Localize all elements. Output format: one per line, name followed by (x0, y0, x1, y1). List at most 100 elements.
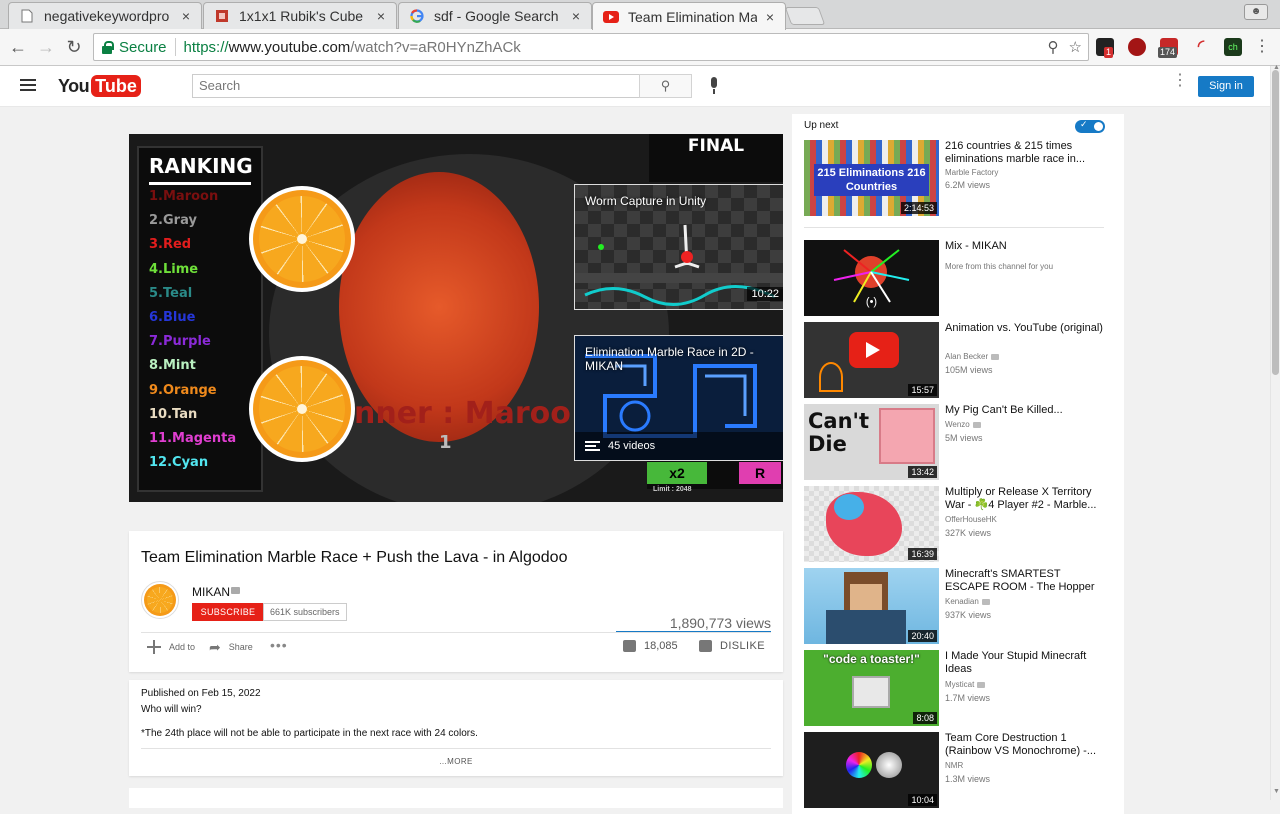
video-thumbnail: 15:57 (804, 322, 939, 398)
omnibox-actions: ⚲ ☆ (1048, 38, 1082, 56)
close-tab-icon[interactable]: × (763, 9, 777, 25)
limit-text: Limit : 2048 (653, 486, 692, 493)
browser-menu-icon[interactable]: ⋮ (1250, 35, 1274, 59)
ext-c-icon[interactable]: 174 (1158, 38, 1178, 58)
endcard-playlist[interactable]: Elimination Marble Race in 2D - MIKAN 45… (574, 335, 783, 461)
ranking-panel: RANKING 1.Maroon 2.Gray 3.Red 4.Lime 5.Teal 6… (137, 146, 263, 492)
ranking-entry: 5.Teal (149, 285, 193, 301)
endcard-video[interactable]: Worm Capture in Unity 10:22 (574, 184, 783, 310)
autoplay-toggle[interactable]: ✓ (1075, 119, 1105, 133)
recommended-video[interactable]: "code a toaster!" 8:08 I Made Your Stupi… (804, 650, 1114, 726)
ext-badge: 1 (1104, 47, 1114, 58)
youtube-logo[interactable]: You Tube (58, 75, 141, 97)
video-duration: 2:14:53 (900, 202, 937, 214)
orange-half-image (249, 356, 355, 462)
sign-in-button[interactable]: Sign in (1198, 76, 1254, 97)
page-scrollbar[interactable]: ▲ ▼ (1270, 64, 1280, 800)
divider (141, 748, 771, 749)
orange-slice-image (249, 186, 355, 292)
ext-d-icon[interactable]: ◜ (1192, 38, 1210, 56)
view-count: 1.7M views (945, 693, 991, 703)
dislike-button[interactable]: DISLIKE (699, 640, 765, 652)
channel-name: Alan Becker (945, 352, 1000, 361)
reload-icon[interactable]: ↻ (62, 35, 86, 59)
search-input[interactable]: Search (192, 74, 640, 98)
tab-team-elimination[interactable]: Team Elimination Ma × (592, 2, 786, 30)
page-content: You Tube Search ⚲ ⋮ Sign in nner : Maroo… (0, 64, 1280, 814)
channel-name[interactable]: MIKAN (192, 585, 230, 599)
close-tab-icon[interactable]: × (179, 8, 193, 24)
toaster-image (852, 676, 890, 708)
menu-icon[interactable] (20, 79, 36, 93)
recommended-video[interactable]: Can't Die 13:42 My Pig Can't Be Killed..… (804, 404, 1114, 480)
microphone-icon[interactable] (708, 77, 720, 95)
new-tab-button[interactable] (784, 7, 826, 25)
recommended-video[interactable]: 15:57 Animation vs. YouTube (original) A… (804, 322, 1114, 398)
profile-window-icon[interactable]: ☻ (1244, 4, 1268, 20)
video-player[interactable]: nner : Maroo 1 RANKING 1.Maroon 2.Gray 3.R… (129, 134, 783, 502)
endcard-title: Worm Capture in Unity (585, 194, 707, 208)
video-thumbnail: 10:04 (804, 732, 939, 808)
bookmark-star-icon[interactable]: ☆ (1069, 38, 1082, 56)
youtube-icon (603, 9, 619, 25)
recommended-video[interactable]: 20:40 Minecraft's SMARTEST ESCAPE ROOM -… (804, 568, 1114, 644)
video-title: Multiply or Release X Territory War - ☘️… (945, 486, 1097, 511)
video-thumbnail: "code a toaster!" 8:08 (804, 650, 939, 726)
ext-e-icon[interactable]: ch (1224, 38, 1242, 56)
rainbow-core (846, 752, 872, 778)
close-tab-icon[interactable]: × (569, 8, 583, 24)
close-tab-icon[interactable]: × (374, 8, 388, 24)
channel-name: Wenzo (945, 420, 981, 429)
view-count: 937K views (945, 610, 992, 620)
video-title: Mix - MIKAN (945, 240, 1007, 252)
video-thumbnail: 16:39 (804, 486, 939, 562)
recommended-video[interactable]: 215 Eliminations 216 Countries 2:14:53 2… (804, 140, 1114, 216)
up-next-sidebar: Up next ✓ 215 Eliminations 216 Countries… (792, 114, 1124, 814)
share-button[interactable]: ➦ Share (209, 639, 253, 655)
tab-label: Team Elimination Ma (628, 8, 757, 25)
recommended-video[interactable]: 10:04 Team Core Destruction 1 (Rainbow V… (804, 732, 1114, 808)
subscribe-button[interactable]: SUBSCRIBE (192, 603, 264, 621)
up-next-label: Up next (804, 120, 839, 131)
description-box: Published on Feb 15, 2022 Who will win? … (129, 680, 783, 776)
final-label: FINAL (649, 134, 783, 182)
playlist-bar: 45 videos (575, 432, 783, 460)
search-button[interactable]: ⚲ (639, 74, 692, 98)
subscriber-count: 661K subscribers (263, 603, 347, 621)
channel-avatar[interactable] (141, 581, 179, 619)
ext-a-icon[interactable]: 1 (1096, 38, 1114, 58)
like-button[interactable]: 18,085 (623, 640, 678, 652)
tab-rubiks-cube[interactable]: 1x1x1 Rubik's Cube × (203, 2, 397, 29)
channel-name-text: Kenadian (945, 597, 979, 606)
omnibox-divider (174, 38, 176, 56)
zoom-icon[interactable]: ⚲ (1048, 38, 1059, 56)
recommended-video[interactable]: 16:39 Multiply or Release X Territory Wa… (804, 486, 1114, 562)
toggle-knob (1094, 122, 1103, 131)
ranking-entry: 3.Red (149, 237, 192, 253)
ext-b-icon[interactable] (1128, 38, 1146, 56)
back-arrow-icon[interactable]: ← (6, 35, 30, 59)
video-thumbnail: 215 Eliminations 216 Countries 2:14:53 (804, 140, 939, 216)
more-actions-icon[interactable]: ••• (270, 637, 288, 653)
channel-name-text: Wenzo (945, 420, 970, 429)
share-label: Share (228, 642, 253, 652)
address-bar[interactable]: Secure https://www.youtube.com/watch?v=a… (93, 33, 1089, 61)
scroll-down-icon[interactable]: ▼ (1273, 788, 1280, 795)
tab-negativekeywordpro[interactable]: negativekeywordpro × (8, 2, 202, 29)
channel-name-text: Mysticat (945, 680, 975, 689)
tab-google-search[interactable]: sdf - Google Search × (398, 2, 592, 29)
thumbs-down-icon (699, 640, 712, 652)
video-title: I Made Your Stupid Minecraft Ideas (945, 650, 1087, 675)
thumbs-up-icon (623, 640, 636, 652)
forward-arrow-icon[interactable]: → (34, 35, 58, 59)
show-more-button[interactable]: ...MORE (129, 757, 783, 766)
mix-playlist[interactable]: (•) Mix - MIKAN More from this channel f… (804, 240, 1114, 316)
video-duration: 20:40 (908, 630, 937, 642)
video-thumbnail: 20:40 (804, 568, 939, 644)
more-options-icon[interactable]: ⋮ (1172, 73, 1188, 89)
territory-blue (834, 494, 864, 520)
channel-name: Mysticat (945, 680, 986, 689)
scroll-thumb[interactable] (1272, 70, 1279, 375)
add-to-button[interactable]: Add to (147, 639, 195, 655)
ext-badge: 174 (1158, 47, 1178, 58)
